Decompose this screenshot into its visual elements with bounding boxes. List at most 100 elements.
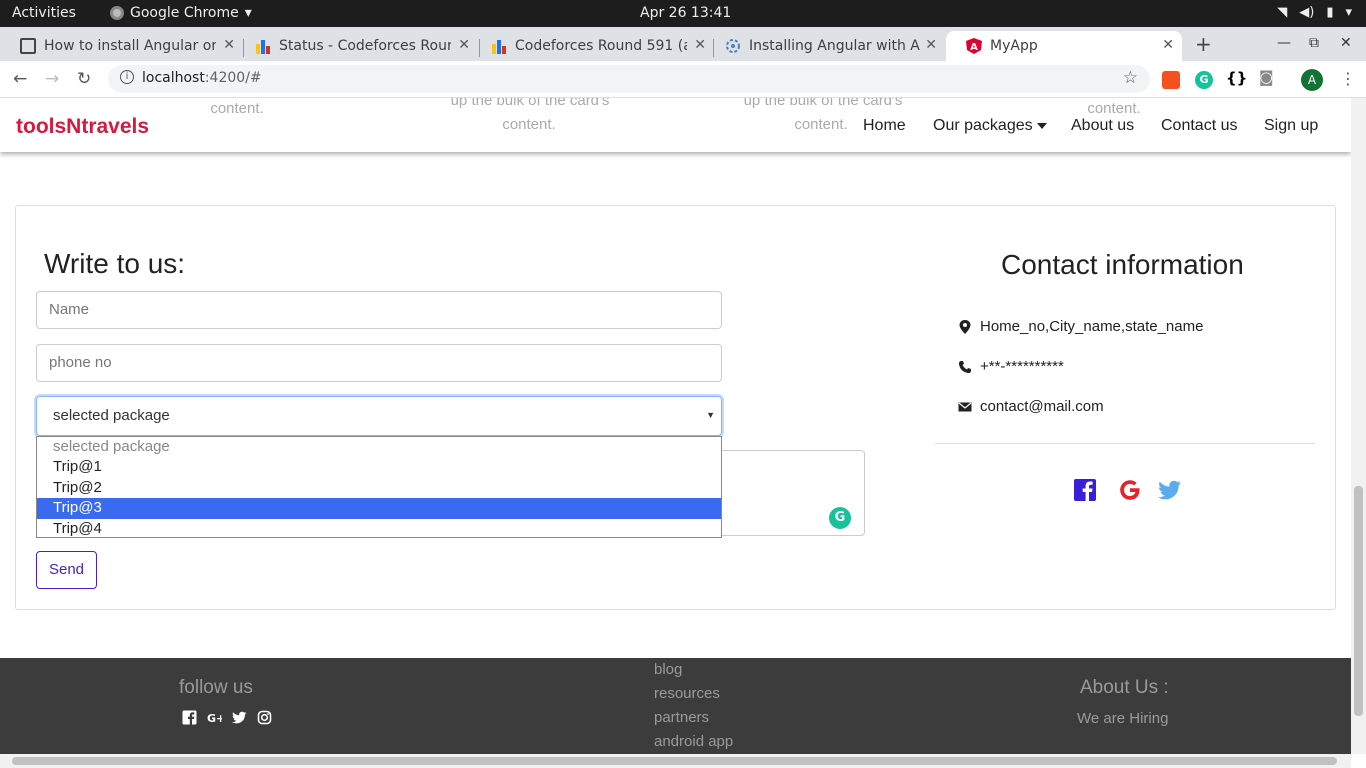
office-extension-icon[interactable] [1162,71,1180,89]
google-icon[interactable] [1118,478,1142,502]
close-icon[interactable]: ✕ [223,37,235,53]
app-menu-label: Google Chrome [130,5,239,21]
scrollbar-thumb[interactable] [12,757,1337,765]
menu-kebab-icon[interactable]: ⋮ [1340,69,1356,88]
footer-social-icons: G+ [182,710,272,725]
nav-home[interactable]: Home [863,117,906,135]
clock[interactable]: Apr 26 13:41 [640,5,731,21]
email-text: contact@mail.com [980,398,1104,415]
wifi-icon: ◥ [1277,5,1288,20]
ghost-text: content. [1087,100,1141,117]
chrome-icon [110,6,124,20]
json-extension-icon[interactable]: {} [1226,69,1247,87]
tab-myapp[interactable]: A MyApp ✕ [946,31,1182,61]
name-field[interactable]: Name [36,291,722,329]
ghost-text: content. [210,100,264,117]
nav-contact-us[interactable]: Contact us [1161,117,1237,135]
activities-button[interactable]: Activities [12,5,76,21]
select-value: selected package [53,407,170,424]
close-icon[interactable]: ✕ [925,37,937,53]
bar-chart-icon [255,38,271,54]
form-title: Write to us: [44,248,186,279]
site-footer: follow us G+ blog resources partners and… [0,658,1351,754]
horizontal-scrollbar[interactable] [0,754,1351,768]
gear-icon [725,38,741,54]
nav-about-us[interactable]: About us [1071,117,1134,135]
package-select[interactable]: selected package ▼ [36,396,722,436]
close-window-button[interactable]: ✕ [1340,35,1352,51]
svg-text:A: A [970,42,978,53]
vertical-scrollbar[interactable] [1351,98,1366,754]
footer-about-title: About Us : [1080,677,1169,698]
phone-row: +**-********** [958,358,1064,375]
facebook-icon[interactable] [1073,478,1097,502]
ghost-text: content. [502,116,556,133]
twitter-icon[interactable] [1158,478,1182,502]
brand-logo[interactable]: toolsNtravels [16,115,149,139]
contact-info-title: Contact information [1001,249,1244,280]
twitter-icon[interactable] [232,710,247,725]
address-text: Home_no,City_name,state_name [980,318,1204,335]
forward-arrow-icon[interactable]: → [45,69,59,89]
chevron-down-icon: ▾ [1345,5,1352,20]
footer-link-blog[interactable]: blog [654,661,682,678]
battery-icon: ▮ [1326,5,1334,20]
avatar[interactable]: A [1301,69,1323,91]
minimize-button[interactable]: — [1277,35,1291,51]
dropdown-option[interactable]: Trip@4 [37,519,721,539]
address-bar[interactable]: i localhost:4200/# ☆ [108,65,1150,93]
tab-installing-angular[interactable]: Installing Angular with A ✕ [705,31,945,61]
tab-title: Installing Angular with A [749,38,920,54]
url-text[interactable]: localhost:4200/# [142,70,262,86]
dropdown-option[interactable]: Trip@1 [37,457,721,477]
tab-title: How to install Angular or [44,38,216,54]
restore-button[interactable]: ⧉ [1309,35,1319,51]
dropdown-option[interactable]: Trip@2 [37,478,721,498]
app-menu[interactable]: Google Chrome ▾ [110,5,252,21]
dropdown-option[interactable]: selected package [37,437,721,457]
tab-codeforces-round[interactable]: Codeforces Round 591 (a ✕ [471,31,714,61]
reload-icon[interactable]: ↻ [77,69,91,89]
tab-strip: How to install Angular or ✕ Status - Cod… [0,27,1366,61]
new-tab-button[interactable]: + [1195,32,1212,56]
chevron-down-icon: ▾ [244,5,252,21]
footer-hiring-link[interactable]: We are Hiring [1077,710,1168,727]
footer-link-android-app[interactable]: android app [654,733,733,750]
terminal-icon [20,38,36,54]
dropdown-option-highlighted[interactable]: Trip@3 [37,498,721,519]
phone-field[interactable]: phone no [36,344,722,382]
tab-angular-install[interactable]: How to install Angular or ✕ [0,31,243,61]
footer-follow-title: follow us [179,677,253,698]
info-icon[interactable]: i [120,70,134,84]
footer-link-resources[interactable]: resources [654,685,720,702]
send-button[interactable]: Send [36,551,97,589]
site-navbar: content. up the bulk of the card's conte… [0,98,1351,152]
page-viewport: content. up the bulk of the card's conte… [0,98,1351,754]
google-plus-icon[interactable]: G+ [207,710,222,725]
camera-icon[interactable]: ◙ [1259,68,1277,86]
browser-toolbar: ← → ↻ i localhost:4200/# ☆ G {} ◙ A ⋮ [0,61,1366,98]
back-arrow-icon[interactable]: ← [13,69,27,89]
system-tray[interactable]: ◥ ◀) ▮ ▾ [1277,5,1352,20]
tab-title: Codeforces Round 591 (a [515,38,687,54]
close-icon[interactable]: ✕ [458,37,470,53]
scrollbar-thumb[interactable] [1354,486,1363,716]
volume-icon: ◀) [1299,5,1315,20]
nav-sign-up[interactable]: Sign up [1264,117,1318,135]
email-row: contact@mail.com [958,398,1104,415]
grammarly-icon[interactable]: G [1195,71,1213,89]
instagram-icon[interactable] [257,710,272,725]
bookmark-star-icon[interactable]: ☆ [1123,68,1138,88]
package-dropdown: selected package Trip@1 Trip@2 Trip@3 Tr… [36,436,722,538]
footer-link-partners[interactable]: partners [654,709,709,726]
divider [935,443,1315,444]
nav-our-packages[interactable]: Our packages [933,117,1047,135]
svg-text:G+: G+ [207,712,222,725]
tab-codeforces-status[interactable]: Status - Codeforces Roun ✕ [235,31,478,61]
chevron-down-icon: ▼ [706,410,715,420]
grammarly-icon[interactable]: G [829,507,851,529]
os-top-bar: Activities Google Chrome ▾ Apr 26 13:41 … [0,0,1366,27]
close-icon[interactable]: ✕ [1162,37,1174,53]
facebook-icon[interactable] [182,710,197,725]
tab-title: Status - Codeforces Roun [279,38,451,54]
